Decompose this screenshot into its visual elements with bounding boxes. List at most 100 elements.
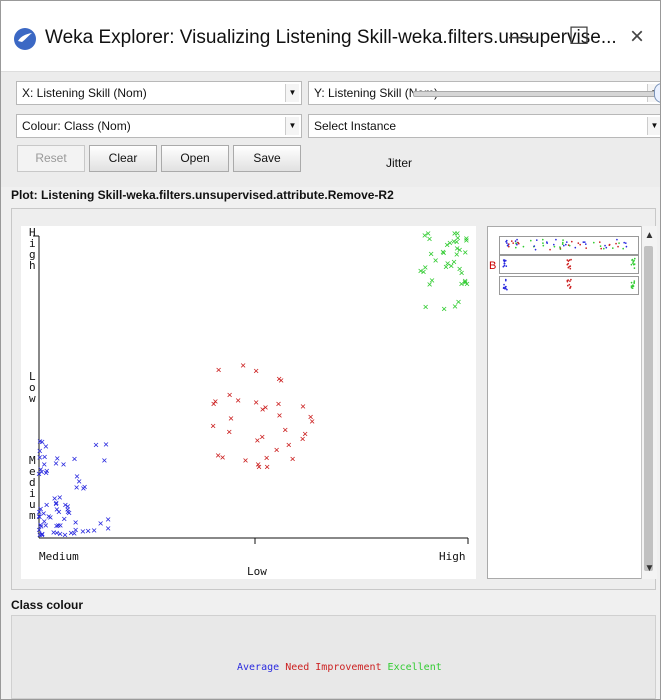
- data-point[interactable]: ×: [60, 459, 66, 470]
- attribute-mark: •: [571, 240, 573, 246]
- select-instance[interactable]: Select Instance ▼: [308, 114, 660, 138]
- class-colour-panel: [11, 615, 656, 699]
- data-point[interactable]: ×: [282, 425, 288, 436]
- data-point[interactable]: ×: [73, 518, 79, 529]
- attribute-mark: •: [533, 245, 535, 251]
- data-point[interactable]: ×: [427, 279, 433, 290]
- data-point[interactable]: ×: [105, 514, 111, 525]
- legend-need-improvement[interactable]: Need Improvement: [285, 662, 381, 673]
- data-point[interactable]: ×: [452, 302, 458, 313]
- data-point[interactable]: ×: [211, 399, 217, 410]
- data-point[interactable]: ×: [455, 233, 461, 244]
- data-point[interactable]: ×: [226, 427, 232, 438]
- data-point[interactable]: ×: [425, 228, 431, 239]
- data-point[interactable]: ×: [463, 236, 469, 247]
- data-point[interactable]: ×: [44, 500, 50, 511]
- data-point[interactable]: ×: [43, 442, 49, 453]
- scrollbar-thumb[interactable]: [644, 246, 653, 571]
- attribute-mark: •: [562, 241, 564, 247]
- legend-excellent[interactable]: Excellent: [388, 662, 442, 673]
- attribute-row-2[interactable]: • • • • • • • • • • • • • • • • • • • • • • • • • • • • • •: [499, 255, 639, 274]
- colour-select[interactable]: Colour: Class (Nom) ▼: [16, 114, 302, 138]
- data-point[interactable]: ×: [423, 302, 429, 313]
- scroll-down-icon[interactable]: ▼: [642, 561, 657, 576]
- data-point[interactable]: ×: [300, 402, 306, 413]
- chevron-down-icon[interactable]: ▼: [647, 117, 660, 135]
- data-point[interactable]: ×: [445, 259, 451, 270]
- data-point[interactable]: ×: [286, 440, 292, 451]
- data-point[interactable]: ×: [227, 390, 233, 401]
- data-point[interactable]: ×: [300, 434, 306, 445]
- data-point[interactable]: ×: [440, 247, 446, 258]
- data-point[interactable]: ×: [462, 276, 468, 287]
- data-point[interactable]: ×: [51, 527, 57, 538]
- data-point[interactable]: ×: [210, 421, 216, 432]
- data-point[interactable]: ×: [276, 410, 282, 421]
- close-button[interactable]: ×: [617, 17, 657, 57]
- data-point[interactable]: ×: [91, 526, 97, 537]
- data-point[interactable]: ×: [253, 398, 259, 409]
- data-point[interactable]: ×: [428, 249, 434, 260]
- data-point[interactable]: ×: [220, 452, 226, 463]
- scatter-plot-canvas[interactable]: Medium Low High High Low Medium × × × × × × × ×…: [21, 226, 476, 579]
- data-point[interactable]: ×: [253, 366, 259, 377]
- minimize-button[interactable]: —: [501, 17, 541, 57]
- data-point[interactable]: ×: [39, 530, 45, 541]
- data-point[interactable]: ×: [57, 529, 63, 540]
- data-point[interactable]: ×: [235, 396, 241, 407]
- attribute-row-1[interactable]: • • • • • • • • • • • • • • • • • • • • • • • • • • • • • • • • • • • • • • • •…: [499, 236, 639, 255]
- attribute-mark: •: [504, 287, 506, 293]
- clear-button[interactable]: Clear: [89, 145, 157, 172]
- data-point[interactable]: ×: [240, 360, 246, 371]
- data-point[interactable]: ×: [216, 365, 222, 376]
- data-point[interactable]: ×: [274, 445, 280, 456]
- data-point[interactable]: ×: [41, 459, 47, 470]
- data-point[interactable]: ×: [454, 244, 460, 255]
- data-point[interactable]: ×: [101, 455, 107, 466]
- attribute-row-3[interactable]: • • • • • • • • • • • • • • • • • • • • • • • • • • • • • •: [499, 276, 639, 295]
- data-point[interactable]: ×: [308, 412, 314, 423]
- data-point[interactable]: ×: [103, 440, 109, 451]
- data-point[interactable]: ×: [260, 405, 266, 416]
- data-point[interactable]: ×: [441, 304, 447, 315]
- data-point[interactable]: ×: [76, 477, 82, 488]
- data-point[interactable]: ×: [37, 436, 43, 447]
- data-point[interactable]: ×: [56, 507, 62, 518]
- data-point[interactable]: ×: [93, 440, 99, 451]
- attribute-scrollbar[interactable]: ▲ ▼: [641, 226, 657, 579]
- attribute-mark: •: [506, 241, 508, 247]
- save-button[interactable]: Save: [233, 145, 301, 172]
- attribute-mark: •: [536, 239, 538, 245]
- data-point[interactable]: ×: [418, 266, 424, 277]
- open-button[interactable]: Open: [161, 145, 229, 172]
- data-point[interactable]: ×: [264, 462, 270, 473]
- data-point[interactable]: ×: [275, 399, 281, 410]
- data-point[interactable]: ×: [68, 528, 74, 539]
- data-point[interactable]: ×: [278, 376, 284, 387]
- data-point[interactable]: ×: [290, 454, 296, 465]
- maximize-button[interactable]: ☐: [559, 17, 599, 57]
- x-axis-select[interactable]: X: Listening Skill (Nom) ▼: [16, 81, 302, 105]
- x-tick-label-high: High: [439, 550, 466, 563]
- scroll-up-icon[interactable]: ▲: [642, 228, 657, 243]
- jitter-slider-thumb[interactable]: [654, 83, 660, 103]
- data-point[interactable]: ×: [41, 517, 47, 528]
- legend-average[interactable]: Average: [237, 662, 279, 673]
- chevron-down-icon[interactable]: ▼: [285, 84, 299, 102]
- data-point[interactable]: ×: [462, 248, 468, 259]
- data-point[interactable]: ×: [71, 454, 77, 465]
- data-point[interactable]: ×: [54, 454, 60, 465]
- scatter-plot[interactable]: Medium Low High High Low Medium ××××××××…: [21, 226, 476, 579]
- chevron-down-icon[interactable]: ▼: [285, 117, 299, 135]
- data-point[interactable]: ×: [65, 502, 71, 513]
- data-point[interactable]: ×: [228, 413, 234, 424]
- data-point[interactable]: ×: [259, 432, 265, 443]
- data-point[interactable]: ×: [85, 526, 91, 537]
- reset-button[interactable]: Reset: [17, 145, 85, 172]
- data-point[interactable]: ×: [256, 462, 262, 473]
- data-point[interactable]: ×: [242, 456, 248, 467]
- data-point[interactable]: ×: [457, 264, 463, 275]
- jitter-slider-track[interactable]: [413, 91, 659, 97]
- data-point[interactable]: ×: [36, 469, 42, 480]
- data-point[interactable]: ×: [98, 519, 104, 530]
